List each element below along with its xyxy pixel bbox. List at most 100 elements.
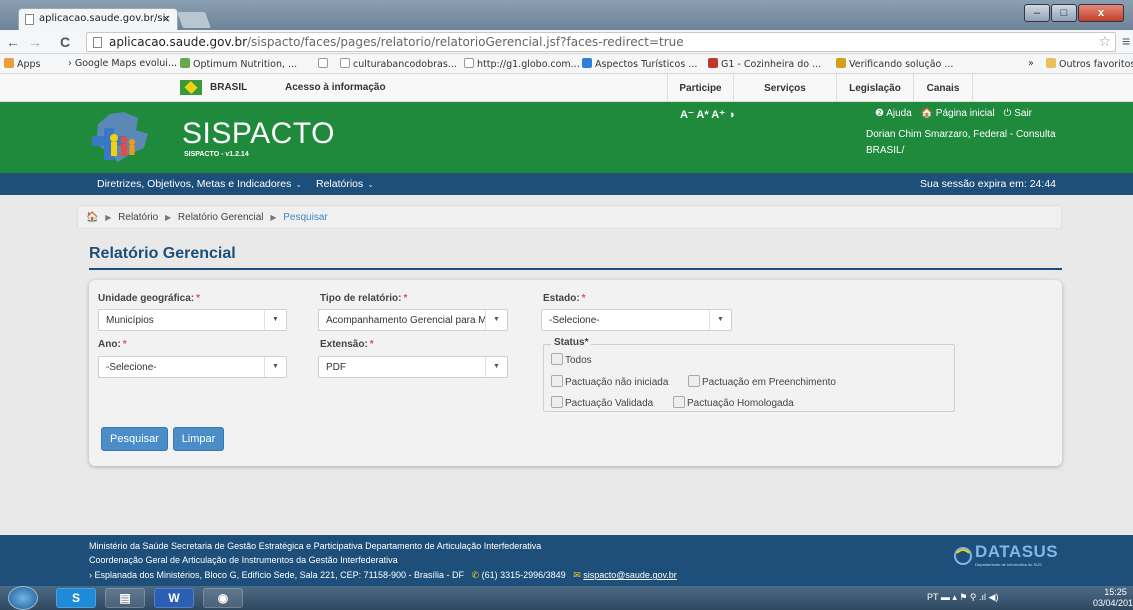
bookmark-g1-globo[interactable]: http://g1.globo.com... xyxy=(464,58,580,70)
phone-icon: ✆ xyxy=(471,570,480,580)
acesso-informacao-link[interactable]: Acesso à informação xyxy=(285,82,386,93)
footer-coordenacao: Coordenação Geral de Articulação de Inst… xyxy=(89,555,398,565)
gov-link-legislacao[interactable]: Legislação xyxy=(836,74,913,102)
bookmark-outros-favoritos[interactable]: Outros favoritos xyxy=(1046,58,1133,70)
status-homologada-checkbox[interactable]: Pactuação Homologada xyxy=(673,396,794,409)
gov-link-participe[interactable]: Participe xyxy=(667,74,733,102)
checkbox-icon xyxy=(673,396,685,408)
address-bar[interactable]: aplicacao.saude.gov.br/sispacto/faces/pa… xyxy=(86,32,1116,52)
new-tab-button[interactable] xyxy=(177,12,211,28)
unidade-geografica-select[interactable]: Municípios ▼ xyxy=(98,309,287,331)
tipo-relatorio-select[interactable]: Acompanhamento Gerencial para M ▼ xyxy=(318,309,508,331)
footer-email-link[interactable]: sispacto@saude.gov.br xyxy=(583,570,677,580)
datasus-subtitle: Departamento de Informática do SUS xyxy=(975,562,1042,567)
pagina-inicial-link[interactable]: 🏠 Página inicial xyxy=(921,108,995,119)
url-path: /sispacto/faces/pages/relatorio/relatori… xyxy=(247,35,684,49)
estado-label: Estado: * xyxy=(543,293,586,304)
forward-arrow-icon[interactable]: → xyxy=(28,34,42,50)
bookmark-verificando-solucao[interactable]: Verificando solução ... xyxy=(836,58,953,70)
user-name: Dorian Chim Smarzaro, Federal - Consulta xyxy=(866,129,1056,140)
bookmark-apps[interactable]: Apps xyxy=(4,58,41,70)
close-window-button[interactable]: x xyxy=(1078,4,1124,22)
sair-link[interactable]: ⏻ Sair xyxy=(1004,108,1032,119)
header-links: ❷ Ajuda 🏠 Página inicial ⏻ Sair xyxy=(875,108,1038,119)
gov-link-servicos[interactable]: Serviços xyxy=(733,74,836,102)
bookmark-star-icon[interactable]: ☆ xyxy=(1098,34,1111,50)
breadcrumb-relatorio-gerencial[interactable]: Relatório Gerencial xyxy=(178,212,264,223)
unidade-geografica-label: Unidade geográfica: * xyxy=(98,293,201,304)
extensao-label: Extensão: * xyxy=(320,339,374,350)
url-host: aplicacao.saude.gov.br xyxy=(109,35,248,49)
breadcrumb: 🏠 ▶ Relatório ▶ Relatório Gerencial ▶ Pe… xyxy=(77,205,1062,229)
system-tray[interactable]: PT ▬ ▴ ⚑ ⚲ .ıl ◀) xyxy=(927,592,998,603)
ano-label: Ano: * xyxy=(98,339,127,350)
clock-date: 03/04/2015 xyxy=(1093,598,1133,608)
bookmark-aspectos-turisticos[interactable]: Aspectos Turísticos ... xyxy=(582,58,697,70)
limpar-button[interactable]: Limpar xyxy=(173,427,224,451)
estado-select[interactable]: -Selecione- ▼ xyxy=(541,309,732,331)
dropdown-arrow-icon: ▼ xyxy=(264,310,286,330)
chrome-menu-icon[interactable]: ≡ xyxy=(1122,33,1130,49)
breadcrumb-relatorio[interactable]: Relatório xyxy=(118,212,158,223)
brasil-flag-icon[interactable] xyxy=(180,80,202,95)
breadcrumb-pesquisar: Pesquisar xyxy=(283,212,328,223)
footer-ministerio: Ministério da Saúde Secretaria de Gestão… xyxy=(89,541,542,551)
bookmark-culturabancodobras[interactable]: culturabancodobras... xyxy=(340,58,457,70)
clock-time: 15:25 xyxy=(1104,587,1127,597)
browser-titlebar: aplicacao.saude.gov.br/si: × ‒ □ x xyxy=(0,0,1133,30)
pesquisar-button[interactable]: Pesquisar xyxy=(101,427,168,451)
sispacto-logo-icon[interactable] xyxy=(90,108,156,166)
menu-relatorios[interactable]: Relatórios ⌄ xyxy=(316,178,374,190)
app-version: SISPACTO - v1.2.14 xyxy=(184,151,249,158)
status-validada-checkbox[interactable]: Pactuação Validada xyxy=(551,396,653,409)
checkbox-icon xyxy=(551,353,563,365)
bookmark-favicon xyxy=(180,58,190,68)
status-todos-checkbox[interactable]: Todos xyxy=(551,353,592,366)
chevron-down-icon: ⌄ xyxy=(367,180,374,189)
browser-toolbar: ← → C aplicacao.saude.gov.br/sispacto/fa… xyxy=(0,30,1133,54)
skype-taskbar-icon[interactable]: S xyxy=(56,588,96,608)
maximize-button[interactable]: □ xyxy=(1051,4,1077,22)
reload-icon[interactable]: C xyxy=(60,34,70,50)
back-arrow-icon[interactable]: ← xyxy=(6,34,20,50)
page-footer: Ministério da Saúde Secretaria de Gestão… xyxy=(0,535,1133,586)
start-button[interactable] xyxy=(8,586,38,610)
bookmarks-overflow-icon[interactable]: » xyxy=(1028,58,1034,69)
menu-diretrizes[interactable]: Diretrizes, Objetivos, Metas e Indicador… xyxy=(97,178,302,190)
brasil-link[interactable]: BRASIL xyxy=(210,82,247,93)
page-icon xyxy=(340,58,350,68)
tab-title: aplicacao.saude.gov.br/si: xyxy=(39,13,169,24)
play-icon xyxy=(582,58,592,68)
folder-icon xyxy=(1046,58,1056,68)
bookmark-g1-cozinheira[interactable]: G1 - Cozinheira do ... xyxy=(708,58,821,70)
footer-contact: › Esplanada dos Ministérios, Bloco G, Ed… xyxy=(89,570,677,581)
chrome-taskbar-icon[interactable]: ◉ xyxy=(203,588,243,608)
status-nao-iniciada-checkbox[interactable]: Pactuação não iniciada xyxy=(551,375,668,388)
font-size-controls[interactable]: A⁻ A* A⁺ ◑ xyxy=(680,108,735,121)
bookmark-optimum-nutrition[interactable]: Optimum Nutrition, ... xyxy=(180,58,297,70)
explorer-taskbar-icon[interactable]: ▤ xyxy=(105,588,145,608)
dropdown-arrow-icon: ▼ xyxy=(264,357,286,377)
checkbox-icon xyxy=(688,375,700,387)
close-tab-icon[interactable]: × xyxy=(162,12,171,25)
status-label: Status* xyxy=(551,337,592,348)
ano-select[interactable]: -Selecione- ▼ xyxy=(98,356,287,378)
gov-link-canais[interactable]: Canais xyxy=(913,74,973,102)
footer-address: › Esplanada dos Ministérios, Bloco G, Ed… xyxy=(89,570,465,580)
breadcrumb-separator: ▶ xyxy=(105,213,112,222)
dropdown-arrow-icon: ▼ xyxy=(485,310,507,330)
home-icon[interactable]: 🏠 xyxy=(86,212,98,223)
minimize-button[interactable]: ‒ xyxy=(1024,4,1050,22)
checkbox-icon xyxy=(551,375,563,387)
session-timer: Sua sessão expira em: 24:44 xyxy=(920,178,1056,190)
page-icon xyxy=(93,37,102,48)
word-taskbar-icon[interactable]: W xyxy=(154,588,194,608)
status-em-preenchimento-checkbox[interactable]: Pactuação em Preenchimento xyxy=(688,375,836,388)
bookmark-blank[interactable] xyxy=(318,58,331,70)
bookmark-google-maps[interactable]: › Google Maps evolui... xyxy=(68,58,177,69)
clock[interactable]: 15:25 03/04/2015 xyxy=(1093,587,1133,609)
extensao-select[interactable]: PDF ▼ xyxy=(318,356,508,378)
ajuda-link[interactable]: ❷ Ajuda xyxy=(875,108,912,119)
browser-tab[interactable]: aplicacao.saude.gov.br/si: × xyxy=(18,8,178,30)
email-icon: ✉ xyxy=(573,570,581,580)
